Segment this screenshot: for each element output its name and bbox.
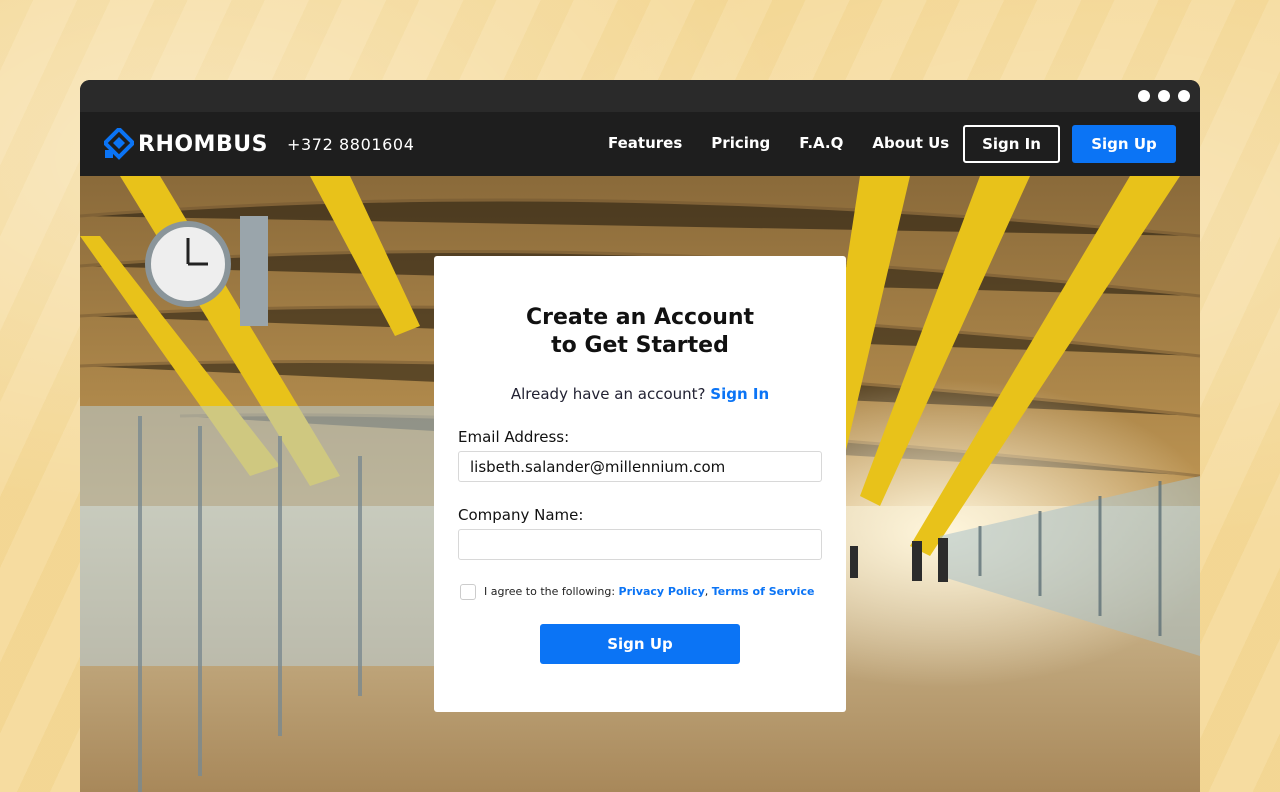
form-title-line-1: Create an Account (525, 305, 755, 330)
form-title-line-2: to Get Started (551, 333, 729, 358)
email-label: Email Address: (458, 428, 570, 446)
window-dot[interactable] (1138, 90, 1150, 102)
agree-checkbox[interactable] (460, 584, 476, 600)
agree-text: I agree to the following: (484, 585, 616, 598)
window-dot[interactable] (1178, 90, 1190, 102)
nav-link-pricing[interactable]: Pricing (711, 134, 770, 152)
window-dot[interactable] (1158, 90, 1170, 102)
brand-logo[interactable]: RHOMBUS (104, 128, 268, 160)
nav-sign-in-button[interactable]: Sign In (963, 125, 1060, 163)
signup-card: Create an Account to Get Started Already… (434, 256, 846, 712)
agree-terms: I agree to the following: Privacy Policy… (484, 585, 814, 598)
nav-link-faq[interactable]: F.A.Q (799, 134, 843, 152)
phone-number: +372 8801604 (287, 135, 415, 154)
agree-separator: , (704, 585, 709, 598)
email-field[interactable] (458, 451, 822, 482)
nav-link-features[interactable]: Features (608, 134, 682, 152)
terms-of-service-link[interactable]: Terms of Service (712, 585, 815, 598)
nav-sign-up-button[interactable]: Sign Up (1072, 125, 1176, 163)
company-name-field[interactable] (458, 529, 822, 560)
form-title: Create an Account to Get Started (434, 304, 846, 360)
privacy-policy-link[interactable]: Privacy Policy (619, 585, 705, 598)
rhombus-logo-icon (104, 128, 134, 160)
window-controls (1138, 90, 1190, 102)
sign-in-link[interactable]: Sign In (710, 385, 769, 403)
window-titlebar (80, 80, 1200, 112)
site-navbar: RHOMBUS +372 8801604 Features Pricing F.… (80, 112, 1200, 176)
nav-link-about-us[interactable]: About Us (872, 134, 949, 152)
already-have-account: Already have an account? Sign In (434, 385, 846, 403)
sign-up-submit-button[interactable]: Sign Up (540, 624, 740, 664)
company-label: Company Name: (458, 506, 584, 524)
brand-name: RHOMBUS (138, 131, 268, 157)
already-text: Already have an account? (510, 385, 706, 403)
main-nav: Features Pricing F.A.Q About Us (608, 134, 978, 152)
browser-window: RHOMBUS +372 8801604 Features Pricing F.… (80, 80, 1200, 792)
hero-background: Create an Account to Get Started Already… (80, 176, 1200, 792)
